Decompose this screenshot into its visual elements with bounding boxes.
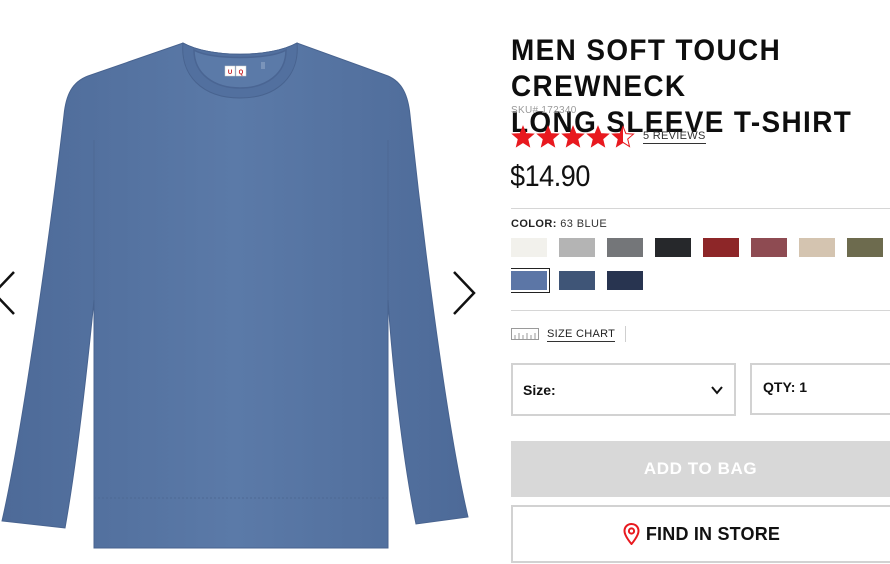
chevron-down-icon — [711, 385, 723, 395]
color-swatch[interactable] — [751, 238, 787, 257]
product-sku: SKU# 172340 — [511, 105, 577, 116]
color-swatch[interactable] — [799, 238, 835, 257]
divider — [511, 310, 890, 311]
color-label-prefix: COLOR: — [511, 218, 557, 230]
size-dropdown[interactable]: Size: — [511, 363, 736, 416]
add-to-bag-button[interactable]: ADD TO BAG — [511, 441, 890, 497]
size-chart-link[interactable]: SIZE CHART — [511, 326, 627, 342]
ruler-icon — [511, 328, 539, 340]
previous-image-button[interactable] — [0, 268, 22, 318]
star-icon — [561, 125, 585, 148]
color-swatch[interactable] — [559, 271, 595, 290]
quantity-label: QTY: 1 — [763, 379, 808, 395]
star-icon — [586, 125, 610, 148]
svg-text:U: U — [228, 70, 232, 76]
color-swatch[interactable] — [607, 238, 643, 257]
svg-text:Q: Q — [239, 70, 244, 76]
divider — [625, 326, 627, 342]
reviews-link[interactable]: 5 REVIEWS — [643, 130, 706, 144]
star-rating — [511, 125, 635, 149]
product-info-panel: MEN SOFT TOUCH CREWNECK LONG SLEEVE T-SH… — [511, 0, 890, 564]
star-icon — [611, 125, 635, 148]
color-swatch[interactable] — [703, 238, 739, 257]
color-swatch-row — [511, 268, 655, 293]
chevron-right-icon — [453, 271, 476, 315]
find-in-store-button[interactable]: FIND IN STORE — [511, 505, 890, 563]
product-image-area: U Q — [0, 0, 490, 564]
size-dropdown-label: Size: — [523, 381, 556, 398]
star-icon — [511, 125, 535, 148]
divider — [511, 208, 890, 209]
rating-summary: 5 REVIEWS — [511, 124, 706, 150]
color-label: COLOR: 63 BLUE — [511, 218, 607, 230]
find-in-store-label: FIND IN STORE — [645, 523, 781, 544]
quantity-selector[interactable]: QTY: 1 — [750, 363, 890, 415]
product-image: U Q — [1, 42, 469, 549]
color-swatch[interactable] — [847, 238, 883, 257]
color-swatch[interactable] — [511, 238, 547, 257]
selected-color-name: 63 BLUE — [560, 218, 608, 230]
color-swatch-row — [511, 238, 890, 257]
next-image-button[interactable] — [446, 268, 482, 318]
star-icon — [536, 125, 560, 148]
product-price: $14.90 — [511, 160, 590, 193]
color-swatch[interactable] — [607, 271, 643, 290]
color-swatch[interactable] — [655, 238, 691, 257]
color-swatch[interactable] — [559, 238, 595, 257]
color-swatch[interactable] — [511, 268, 550, 293]
location-pin-icon — [623, 523, 640, 545]
chevron-left-icon — [0, 271, 15, 315]
size-chart-label: SIZE CHART — [547, 327, 616, 342]
